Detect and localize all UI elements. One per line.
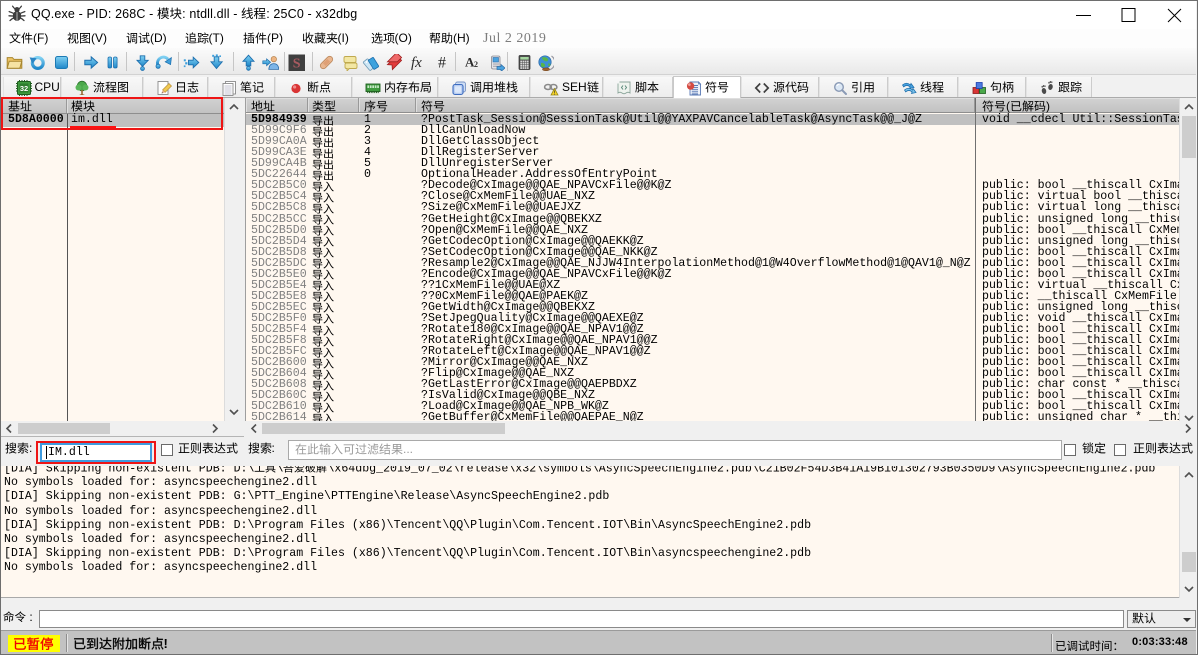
svg-text:2: 2	[474, 60, 478, 69]
svg-text:S: S	[293, 57, 301, 72]
svg-text:32: 32	[19, 84, 27, 93]
svg-text:#: #	[438, 55, 446, 72]
svg-text:fx: fx	[411, 55, 422, 71]
svg-text:!: !	[554, 90, 556, 96]
